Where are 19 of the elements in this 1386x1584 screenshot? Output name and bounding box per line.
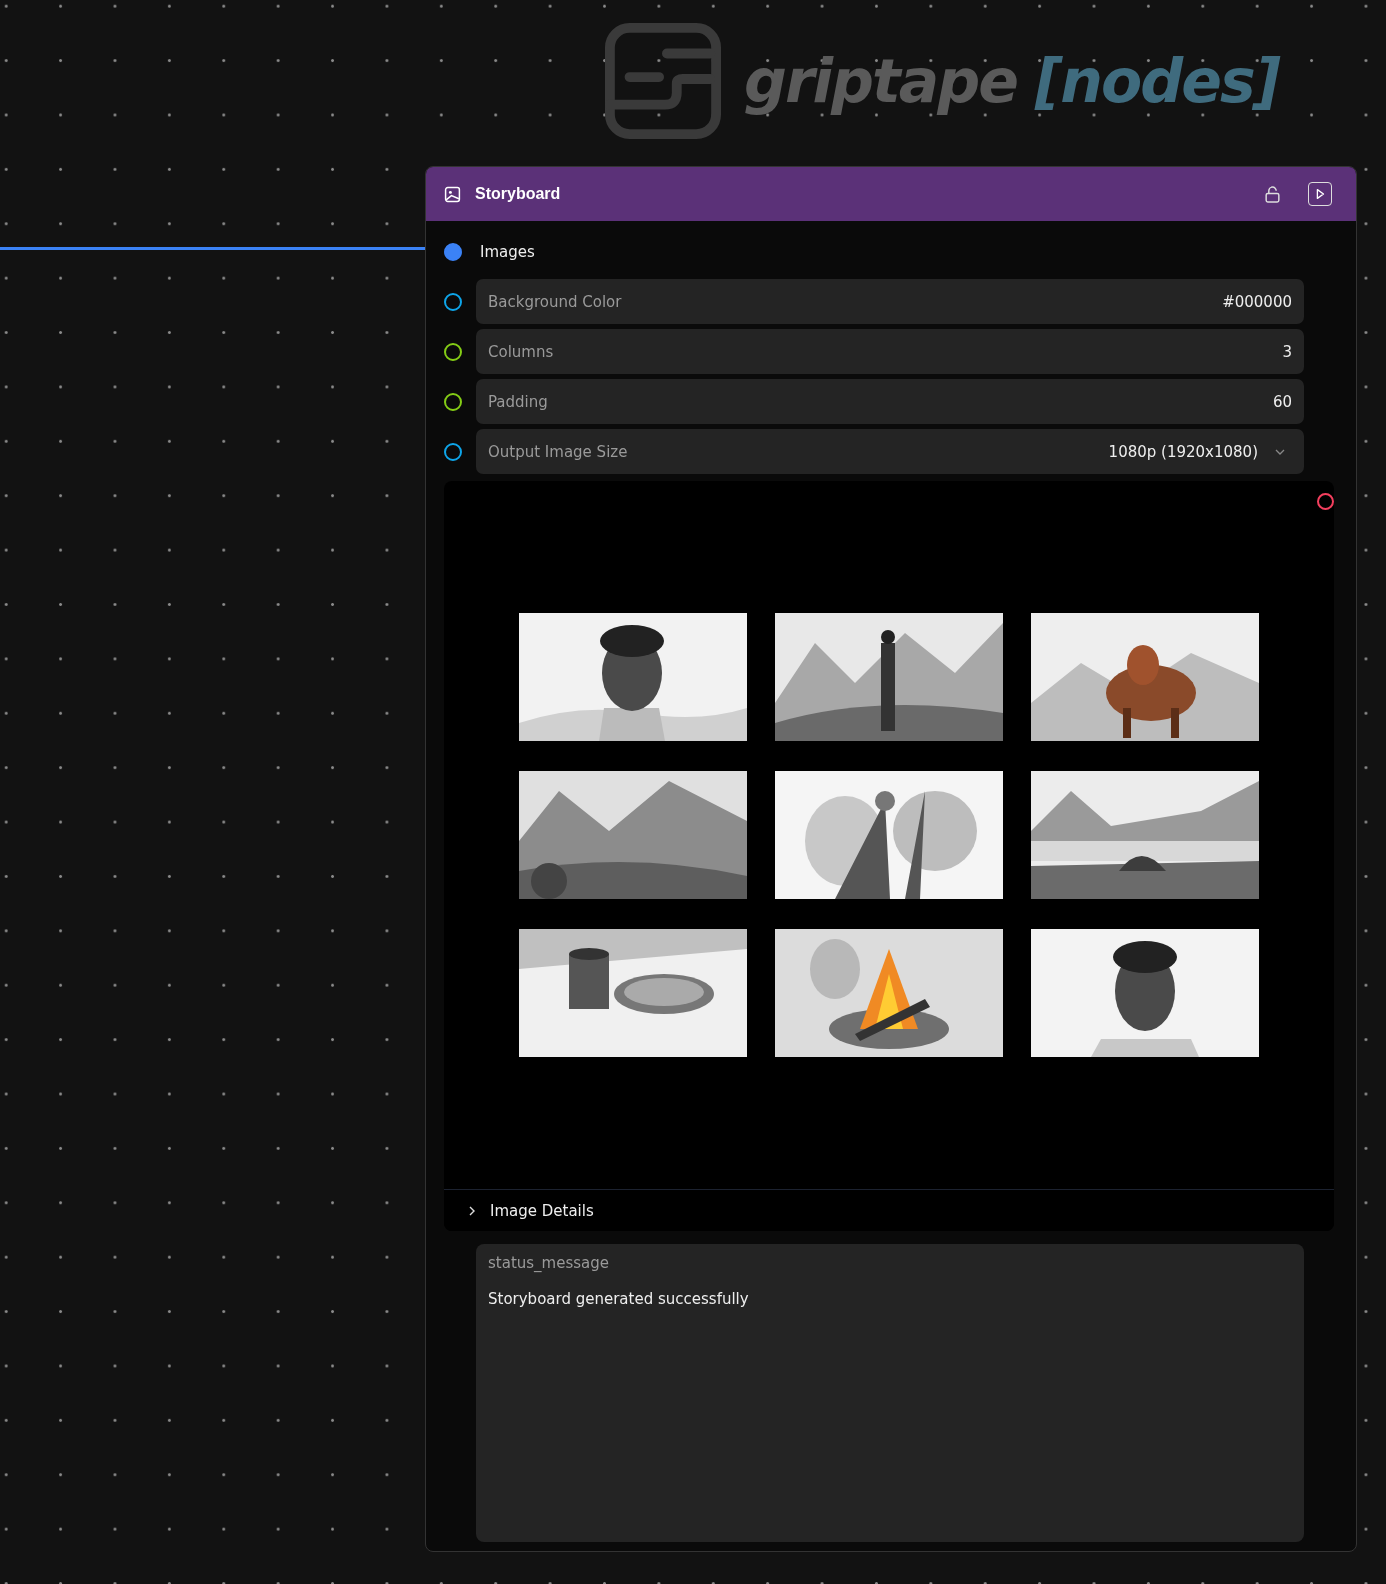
input-field[interactable]: Columns 3: [476, 329, 1304, 374]
input-field[interactable]: Background Color #000000: [476, 279, 1304, 324]
input-port[interactable]: [444, 342, 462, 361]
dropdown-field[interactable]: Output Image Size 1080p (1920x1080): [476, 429, 1304, 474]
input-port[interactable]: [444, 442, 462, 461]
run-button[interactable]: [1308, 182, 1332, 206]
status-field[interactable]: status_message Storyboard generated successfully: [476, 1244, 1304, 1542]
node-title: Storyboard: [475, 185, 561, 203]
unlock-icon[interactable]: [1263, 184, 1282, 204]
input-field[interactable]: Padding 60: [476, 379, 1304, 424]
logo-icon: [604, 22, 722, 140]
image-icon: [444, 185, 461, 203]
input-port[interactable]: [444, 242, 462, 261]
output-port[interactable]: [1317, 493, 1334, 510]
input-port[interactable]: [444, 292, 462, 311]
input-port[interactable]: [444, 392, 462, 411]
input-label: Images: [480, 242, 535, 261]
logo-suffix: [nodes]: [1034, 46, 1279, 116]
logo-name: griptape: [744, 46, 1017, 116]
